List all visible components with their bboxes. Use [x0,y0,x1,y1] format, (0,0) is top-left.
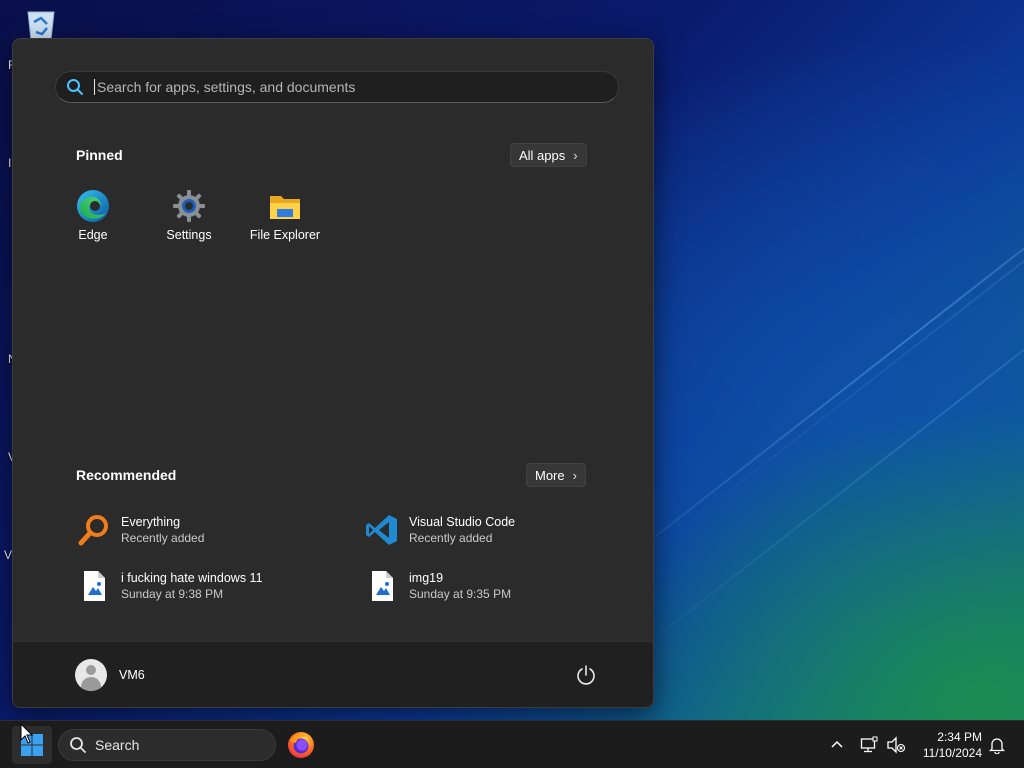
chevron-up-icon[interactable] [830,738,844,752]
chevron-right-icon: › [572,467,577,483]
recommended-item-title: img19 [409,571,444,585]
recommended-item-file[interactable]: i fucking hate windows 11 Sunday at 9:38… [77,564,347,608]
recommended-item-subtitle: Sunday at 9:35 PM [409,587,512,601]
recommended-item-title: Everything [121,515,181,529]
search-icon [70,737,86,753]
all-apps-label: All apps [519,147,566,163]
all-apps-button[interactable]: All apps › [510,143,587,167]
clock-time: 2:34 PM [937,730,982,744]
vscode-icon [366,515,397,545]
recommended-item-subtitle: Recently added [121,531,205,545]
user-account-button[interactable]: VM6 [75,658,145,692]
avatar [75,659,107,691]
pinned-app-settings[interactable]: Settings [141,189,237,251]
recommended-item-subtitle: Sunday at 9:38 PM [121,587,224,601]
recycle-bin-icon[interactable] [22,8,60,42]
start-search-input[interactable] [95,72,618,102]
wallpaper-streak [599,126,1024,682]
recommended-heading: Recommended [76,467,177,483]
start-menu-footer: VM6 [13,641,653,707]
taskbar-search-label: Search [95,737,140,753]
edge-icon [77,190,109,222]
pinned-heading: Pinned [76,147,123,163]
notification-bell-icon[interactable] [988,736,1006,754]
taskbar-search-box[interactable]: Search [58,729,276,761]
recommended-item-title: Visual Studio Code [409,515,516,529]
recommended-item-subtitle: Recently added [409,531,493,545]
pinned-app-edge[interactable]: Edge [45,189,141,251]
user-name: VM6 [119,668,145,682]
pinned-app-file-explorer[interactable]: File Explorer [237,189,333,251]
recommended-item-vscode[interactable]: Visual Studio Code Recently added [365,508,635,552]
recommended-item-title: i fucking hate windows 11 [121,571,263,585]
taskbar: Search 2:34 PM 11/10/2024 [0,720,1024,768]
image-file-icon [372,571,393,601]
search-icon [67,79,83,95]
pinned-app-label: File Explorer [249,228,321,242]
mouse-cursor-icon [20,723,34,744]
recommended-item-everything[interactable]: Everything Recently added [77,508,347,552]
pinned-app-label: Edge [78,228,108,242]
clock-date: 11/10/2024 [922,746,982,760]
system-clock[interactable]: 2:34 PM 11/10/2024 [923,729,982,761]
everything-search-icon [78,515,108,546]
power-icon[interactable] [575,664,597,686]
start-search-box[interactable] [55,71,619,103]
more-label: More [535,467,565,483]
folder-icon [270,196,300,219]
network-icon[interactable] [860,736,878,754]
desktop-icon-label: I [8,156,12,170]
pinned-app-label: Settings [166,228,212,242]
wallpaper-streak [639,6,1024,562]
firefox-icon[interactable] [287,731,315,759]
desktop-icon-label: V [4,548,13,562]
start-menu: Pinned All apps › Edge [12,38,654,708]
recommended-item-img19[interactable]: img19 Sunday at 9:35 PM [365,564,635,608]
image-file-icon [84,571,105,601]
more-button[interactable]: More › [526,463,586,487]
settings-gear-icon [173,190,205,222]
volume-muted-icon[interactable] [886,736,906,754]
chevron-right-icon: › [573,147,578,163]
